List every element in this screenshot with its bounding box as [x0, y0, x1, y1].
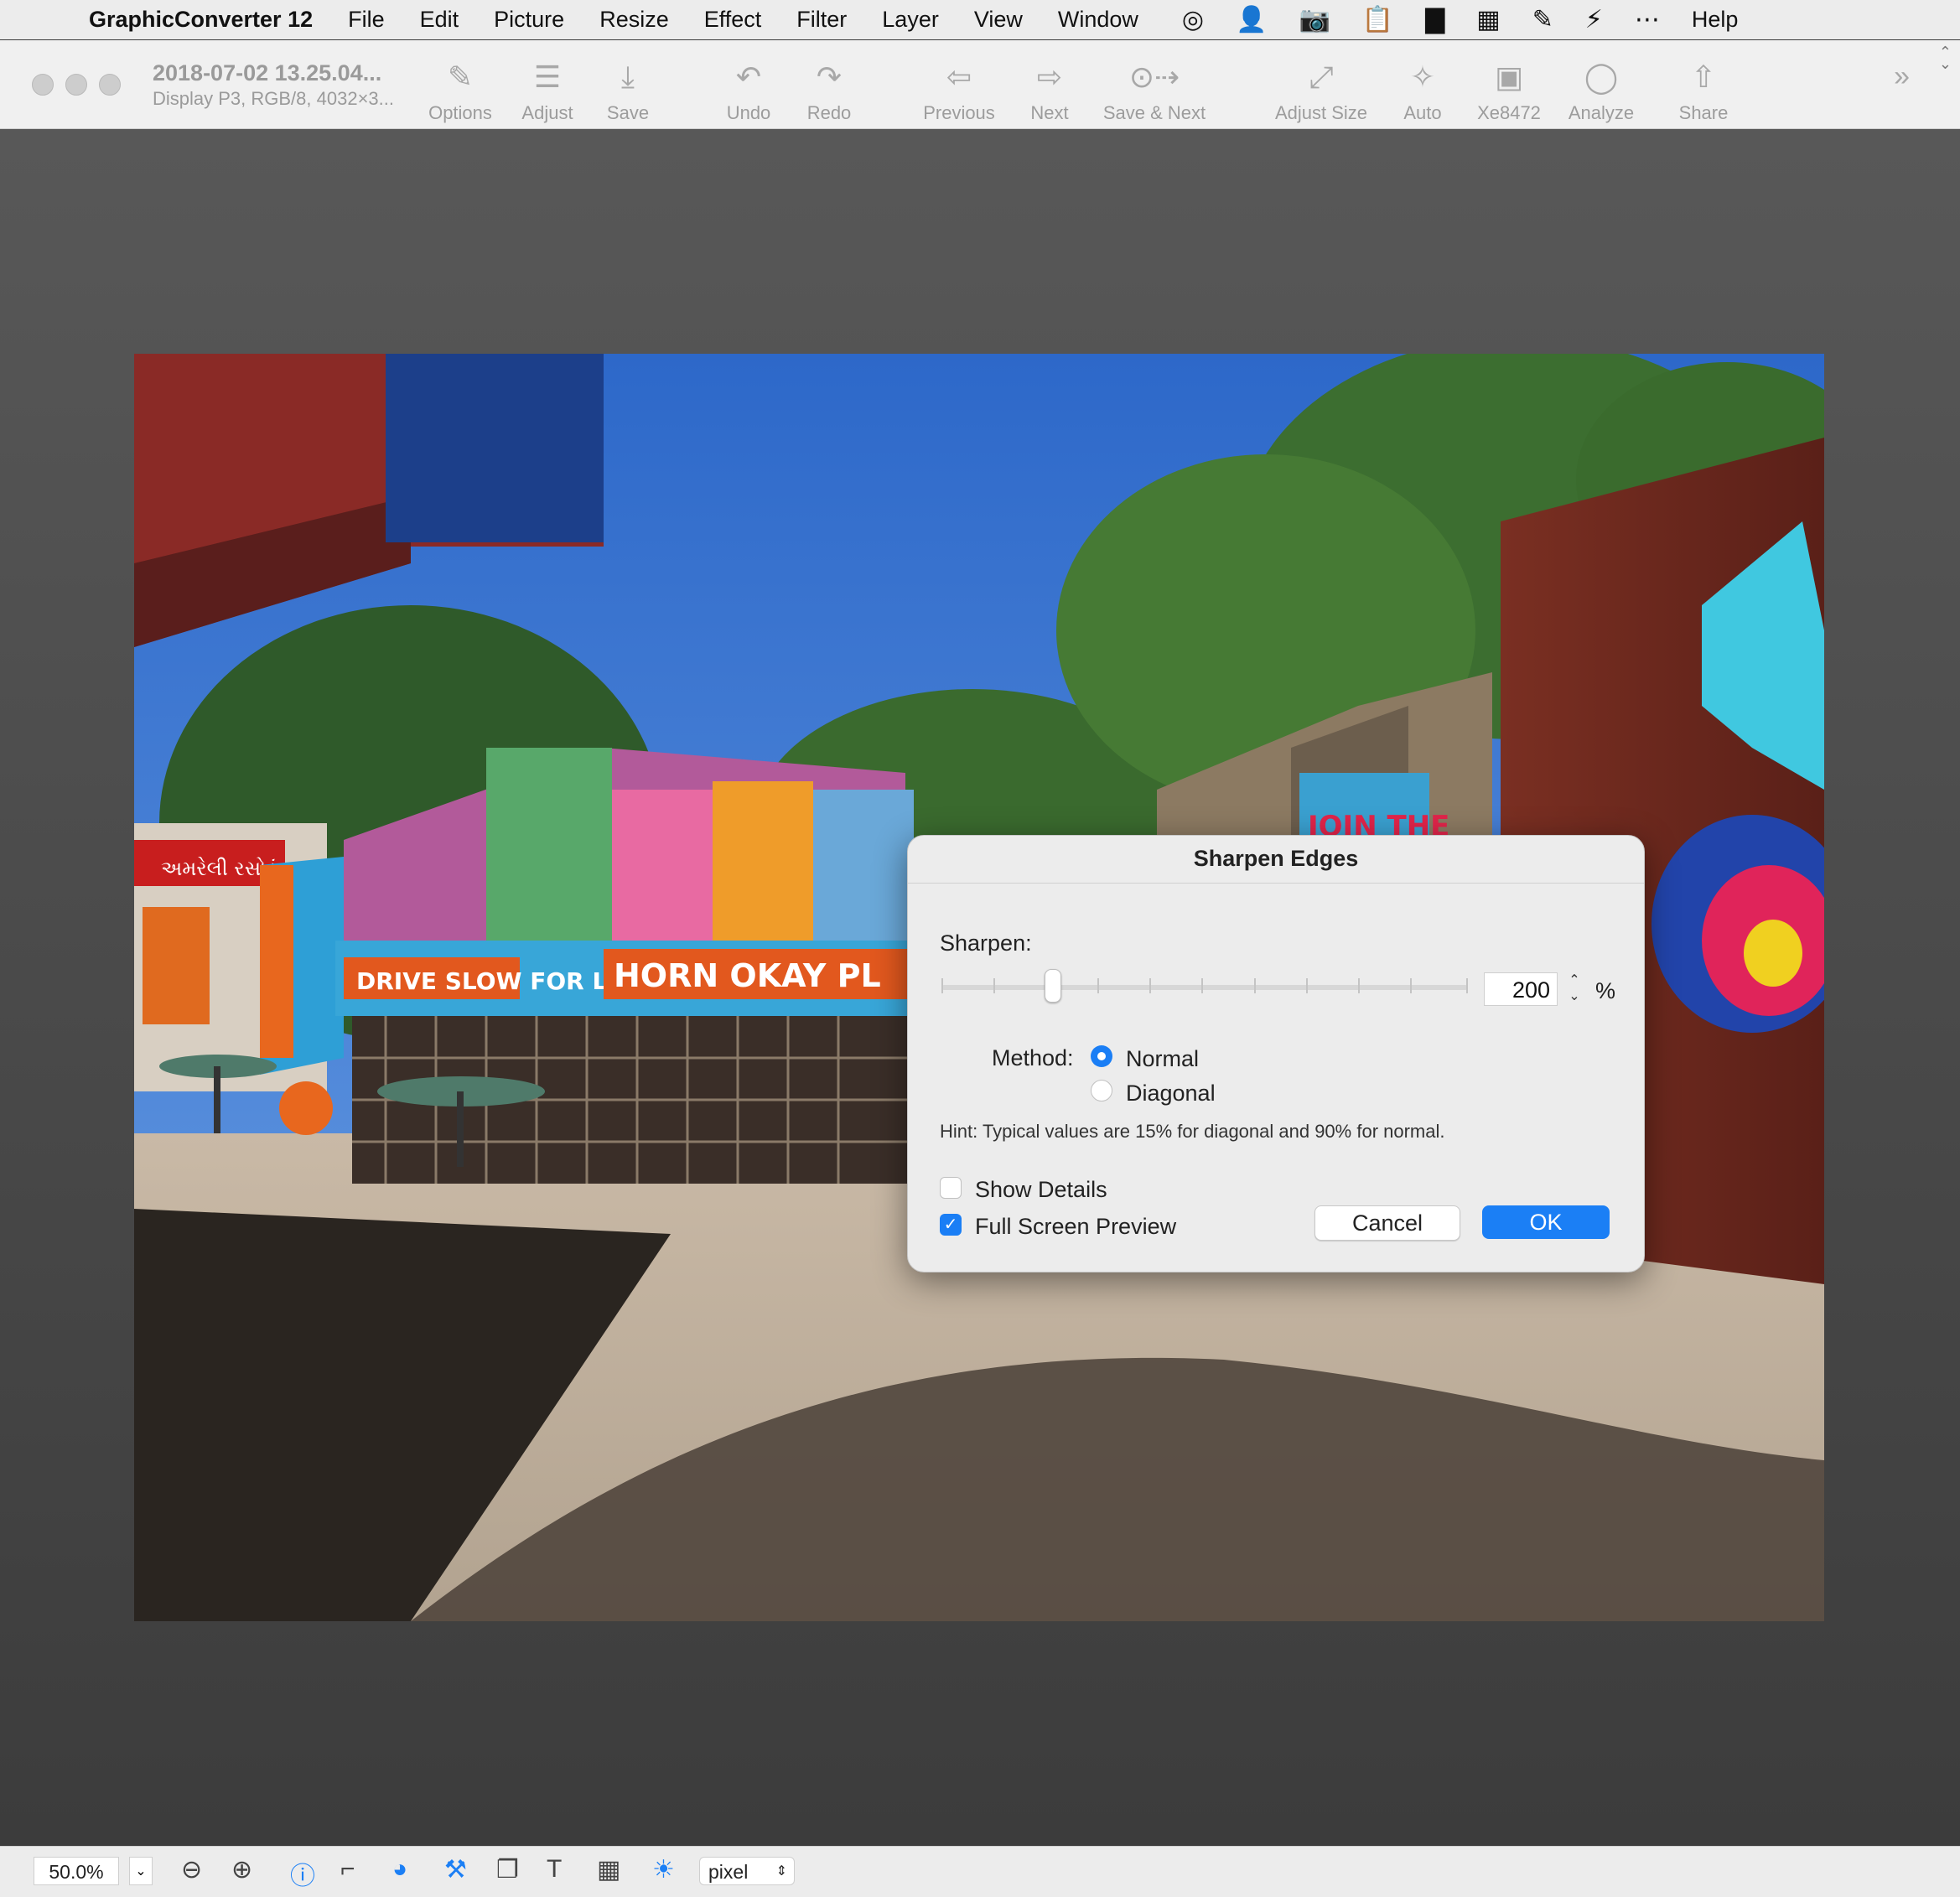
toolbar-scroll-arrows-icon[interactable]: ⌃ ⌄ [1939, 44, 1952, 71]
menu-edit[interactable]: Edit [420, 7, 459, 33]
share-label: Share [1678, 102, 1729, 123]
brush-icon[interactable]: ✎ [1532, 5, 1553, 34]
unit-select-value: pixel [708, 1861, 749, 1883]
camera-icon[interactable]: 📷 [1299, 5, 1330, 34]
wrench-icon[interactable]: ⚒ [444, 1855, 467, 1884]
color-icon[interactable]: ◕ [392, 1855, 407, 1884]
save-next-label: Save & Next [1102, 102, 1206, 123]
zoom-dropdown[interactable]: ⌄ [129, 1857, 153, 1885]
redo-icon: ↷ [816, 60, 843, 94]
text-icon[interactable]: T [547, 1855, 562, 1884]
menu-help[interactable]: Help [1692, 7, 1739, 33]
target-icon[interactable]: ◎ [1182, 5, 1204, 34]
qr-code-icon[interactable]: ▦ [597, 1855, 620, 1884]
slider-tick [1149, 978, 1151, 993]
sharpen-label: Sharpen: [940, 930, 1032, 956]
toolbar-overflow-icon[interactable]: » [1894, 60, 1910, 93]
sharpen-slider-thumb[interactable] [1045, 969, 1061, 1003]
zoom-out-icon[interactable]: ⊖ [181, 1855, 202, 1884]
document-info: Display P3, RGB/8, 4032×3... [153, 88, 394, 109]
slider-tick [1201, 978, 1203, 993]
zoom-in-icon[interactable]: ⊕ [231, 1855, 252, 1884]
method-normal-radio[interactable] [1091, 1045, 1112, 1067]
dialog-title: Sharpen Edges [1193, 846, 1359, 871]
method-label: Method: [992, 1045, 1074, 1070]
cancel-button[interactable]: Cancel [1314, 1205, 1460, 1241]
status-bar: 50.0% ⌄ ⊖ ⊕ ⓘ ⌐ ◕ ⚒ ❐ T ▦ ☀ pixel ⇕ [0, 1846, 1960, 1897]
share-icon: ⇧ [1690, 60, 1717, 94]
info-icon[interactable]: ⓘ [290, 1855, 315, 1892]
ruler-icon[interactable]: ⌐ [340, 1855, 355, 1884]
person-icon[interactable]: 👤 [1236, 5, 1267, 34]
sharpen-stepper[interactable]: ⌃ ⌄ [1563, 972, 1585, 1006]
share-button[interactable]: ⇧ Share [1641, 60, 1766, 124]
checkmark-icon: ✓ [943, 1215, 958, 1234]
unit-select[interactable]: pixel ⇕ [699, 1857, 795, 1885]
menu-bar: GraphicConverter 12 File Edit Picture Re… [0, 0, 1960, 39]
slider-tick [941, 978, 943, 993]
save-label: Save [606, 102, 650, 123]
chevron-down-icon: ⌄ [135, 1864, 147, 1879]
menu-resize[interactable]: Resize [599, 7, 669, 33]
save-next-button[interactable]: ⊙⇢ Save & Next [1091, 60, 1217, 124]
sharpen-value-field[interactable]: 200 [1484, 972, 1558, 1006]
save-button[interactable]: ⤓ Save [565, 60, 691, 124]
method-normal-label[interactable]: Normal [1126, 1046, 1199, 1072]
clipboard-icon[interactable]: 📋 [1362, 5, 1393, 34]
show-details-checkbox[interactable] [940, 1177, 962, 1199]
slider-tick [1410, 978, 1412, 993]
slider-tick [1306, 978, 1308, 993]
dialog-separator [908, 883, 1644, 884]
bolt-icon[interactable]: ⚡ [1585, 5, 1603, 34]
slider-tick [1254, 978, 1256, 993]
method-diagonal-radio[interactable] [1091, 1080, 1112, 1101]
method-diagonal-label[interactable]: Diagonal [1126, 1081, 1216, 1107]
chevron-up-icon[interactable]: ⌃ [1569, 973, 1579, 987]
menu-effect[interactable]: Effect [704, 7, 762, 33]
restaurant-sign-text: અમરેલી રસોડું [161, 857, 277, 880]
calendar-icon[interactable]: ▦ [1476, 5, 1500, 34]
slider-tick [1358, 978, 1360, 993]
updown-arrows-icon: ⇕ [775, 1864, 787, 1879]
menu-filter[interactable]: Filter [796, 7, 847, 33]
menu-picture[interactable]: Picture [494, 7, 564, 33]
menu-view[interactable]: View [974, 7, 1023, 33]
truck-text-right: HORN OKAY PL [614, 957, 881, 994]
chevron-down-icon[interactable]: ⌄ [1569, 989, 1579, 1003]
hint-text: Hint: Typical values are 15% for diagona… [940, 1121, 1445, 1142]
redo-button[interactable]: ↷ Redo [766, 60, 892, 124]
redo-label: Redo [806, 102, 852, 123]
zoom-field[interactable]: 50.0% [34, 1857, 119, 1885]
sharpen-slider[interactable] [941, 985, 1468, 990]
minimize-window-button[interactable] [65, 74, 87, 96]
menu-file[interactable]: File [348, 7, 385, 33]
full-screen-preview-label[interactable]: Full Screen Preview [975, 1214, 1176, 1240]
sharpen-edges-dialog: Sharpen Edges Sharpen: 200 ⌃ ⌄ % Method: … [907, 835, 1645, 1272]
ok-button[interactable]: OK [1482, 1205, 1610, 1239]
document-title: 2018-07-02 13.25.04... [153, 60, 382, 86]
slider-tick [1466, 978, 1468, 993]
show-details-label[interactable]: Show Details [975, 1177, 1107, 1203]
download-icon: ⤓ [621, 60, 635, 94]
zoom-window-button[interactable] [99, 74, 121, 96]
save-next-icon: ⊙⇢ [1128, 60, 1180, 94]
menu-window[interactable]: Window [1058, 7, 1138, 33]
copy-icon[interactable]: ❐ [496, 1855, 519, 1884]
ellipsis-icon[interactable]: ⋯ [1635, 5, 1660, 34]
menu-layer[interactable]: Layer [882, 7, 939, 33]
brightness-icon[interactable]: ☀ [652, 1855, 675, 1884]
box-icon[interactable]: ▇ [1425, 5, 1444, 34]
slider-tick [1097, 978, 1099, 993]
app-menu[interactable]: GraphicConverter 12 [89, 7, 313, 33]
percent-unit: % [1595, 978, 1616, 1003]
full-screen-preview-checkbox[interactable]: ✓ [940, 1214, 962, 1236]
close-window-button[interactable] [32, 74, 54, 96]
slider-tick [993, 978, 995, 993]
